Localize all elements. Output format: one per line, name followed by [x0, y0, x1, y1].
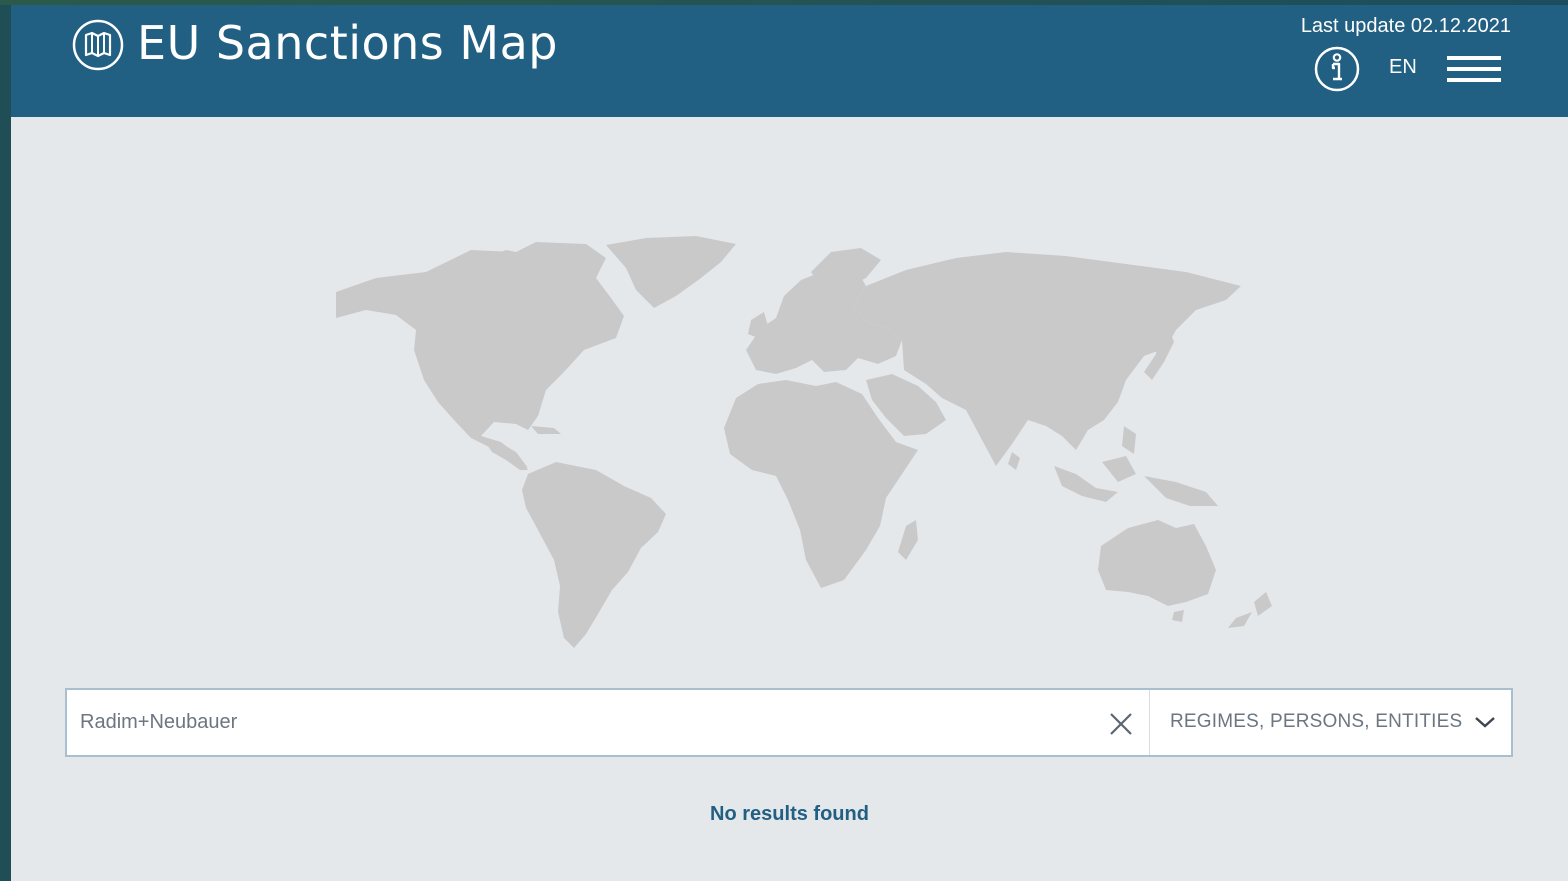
- no-results-message: No results found: [710, 803, 869, 825]
- close-icon[interactable]: [1107, 710, 1135, 738]
- last-update-text: Last update 02.12.2021: [1300, 15, 1511, 37]
- hamburger-menu-icon[interactable]: [1447, 53, 1503, 87]
- menu-bar: [1447, 78, 1501, 82]
- chevron-down-icon: [1475, 717, 1495, 728]
- language-selector[interactable]: EN: [1389, 55, 1417, 79]
- south-america: [522, 462, 666, 648]
- search-input[interactable]: [67, 690, 1097, 755]
- map-icon[interactable]: [71, 18, 125, 72]
- info-icon[interactable]: [1313, 45, 1361, 93]
- page: EU Sanctions Map Last update 02.12.2021 …: [11, 5, 1568, 881]
- search-bar: REGIMES, PERSONS, ENTITIES: [65, 688, 1513, 757]
- search-type-dropdown[interactable]: REGIMES, PERSONS, ENTITIES: [1150, 690, 1511, 755]
- app-title[interactable]: EU Sanctions Map: [137, 17, 558, 69]
- search-type-selected: REGIMES, PERSONS, ENTITIES: [1170, 711, 1463, 732]
- australia: [1098, 520, 1216, 606]
- north-america: [336, 242, 624, 468]
- menu-bar: [1447, 56, 1501, 60]
- top-header: EU Sanctions Map Last update 02.12.2021 …: [11, 5, 1568, 117]
- menu-bar: [1447, 67, 1501, 71]
- world-map[interactable]: [306, 230, 1306, 660]
